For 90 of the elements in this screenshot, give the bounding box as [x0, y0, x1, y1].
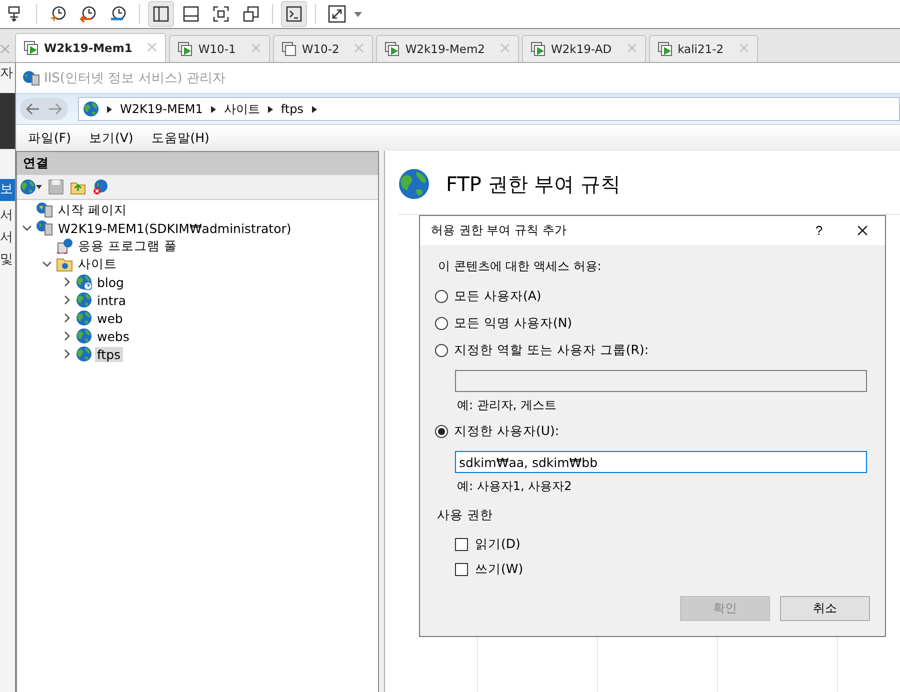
- back-arrow-icon: [26, 103, 40, 115]
- dialog-button[interactable]: 취소: [780, 596, 870, 621]
- checkbox[interactable]: [455, 563, 468, 576]
- checkbox-label: 쓰기(W): [475, 561, 524, 578]
- globe-delete-icon: [92, 179, 110, 195]
- background-text: 보: [0, 179, 15, 201]
- vm-icon: [282, 42, 297, 56]
- breadcrumb-item[interactable]: 사이트: [224, 100, 260, 118]
- background-text: 자: [0, 65, 14, 83]
- toolbar-button[interactable]: [148, 1, 174, 27]
- radio-button[interactable]: [435, 317, 448, 330]
- separator-icon: [312, 106, 316, 112]
- help-button[interactable]: ?: [799, 222, 839, 239]
- globe-icon: [398, 168, 430, 200]
- option-label: 지정한 역할 또는 사용자 그룹(R):: [454, 342, 649, 359]
- vm-running-icon: [530, 42, 546, 56]
- option-label: 지정한 사용자(U):: [454, 423, 560, 440]
- radio-button[interactable]: [435, 425, 448, 438]
- tree-item[interactable]: intra: [95, 292, 128, 308]
- separator-icon: [107, 106, 112, 112]
- checkbox[interactable]: [455, 538, 468, 551]
- server-icon: [36, 220, 53, 236]
- console-icon: [285, 5, 303, 23]
- caret-icon[interactable]: [354, 12, 362, 16]
- radio-button[interactable]: [435, 344, 448, 357]
- input-field[interactable]: sdkim₩aa, sdkim₩bb: [455, 451, 867, 473]
- breadcrumb-item[interactable]: W2K19-MEM1: [120, 102, 203, 116]
- vm-running-icon: [24, 41, 39, 55]
- tree-item[interactable]: blog: [95, 274, 126, 290]
- address-bar[interactable]: W2K19-MEM1 사이트 ftps: [78, 97, 900, 121]
- tree-item[interactable]: 응용 프로그램 풀: [76, 238, 179, 254]
- stretch-icon: [328, 5, 346, 23]
- site-help-icon: [76, 274, 92, 290]
- app-pool-icon: [56, 238, 73, 254]
- vm-running-icon: [178, 42, 194, 56]
- tree-item[interactable]: ftps: [95, 346, 123, 362]
- prompt-text: 이 콘텐츠에 대한 액세스 허용:: [437, 258, 602, 275]
- toolbar-button[interactable]: [281, 1, 307, 27]
- tree-item[interactable]: 사이트: [76, 256, 119, 272]
- vm-tab[interactable]: kali21-2: [648, 35, 758, 62]
- vm-tab[interactable]: W2k19-Mem2: [376, 35, 519, 62]
- tree-item[interactable]: web: [95, 310, 125, 326]
- globe-icon: [76, 310, 92, 326]
- vm-running-icon: [385, 42, 400, 56]
- tree-item[interactable]: 시작 페이지: [56, 202, 129, 218]
- globe-icon: [76, 346, 92, 362]
- vm-tab[interactable]: W10-1: [169, 35, 270, 62]
- caret-icon: [36, 185, 42, 189]
- window-title: IIS(인터넷 정보 서비스) 관리자: [44, 70, 226, 87]
- forward-arrow-icon: [48, 103, 62, 115]
- background-text: 및: [0, 251, 14, 269]
- connect-button[interactable]: [19, 179, 43, 195]
- folder-icon: [56, 256, 73, 272]
- radio-button[interactable]: [435, 290, 448, 303]
- revert-icon: [79, 5, 97, 23]
- dark-panel: [0, 93, 15, 149]
- tree-item[interactable]: W2K19-MEM1(SDKIM₩administrator): [56, 220, 294, 236]
- example-text: 예: 사용자1, 사용자2: [457, 478, 573, 495]
- input-field[interactable]: [455, 370, 867, 392]
- breadcrumb-item[interactable]: ftps: [280, 102, 304, 116]
- menu-item[interactable]: 도움말(H): [151, 130, 210, 146]
- dialog-title: 허용 권한 부여 규칙 추가: [431, 222, 568, 239]
- example-text: 예: 관리자, 게스트: [457, 397, 558, 414]
- globe-icon: [76, 328, 92, 344]
- menu-item[interactable]: 파일(F): [28, 130, 71, 146]
- option-label: 모든 사용자(A): [454, 288, 542, 305]
- start-page-icon: [36, 202, 53, 218]
- globe-icon: [20, 179, 36, 195]
- feature-title: FTP 권한 부여 규칙: [446, 170, 621, 198]
- close-icon[interactable]: [856, 225, 868, 236]
- background-text: 서: [0, 229, 14, 247]
- snapshot-icon: [49, 5, 67, 23]
- vm-running-icon: [658, 42, 673, 56]
- vm-tab[interactable]: W2k19-Mem1: [15, 33, 166, 62]
- save-icon: [48, 179, 64, 195]
- back-button[interactable]: [26, 103, 40, 115]
- tree-item[interactable]: webs: [95, 328, 132, 344]
- separator-icon: [210, 106, 216, 112]
- globe-icon: [76, 292, 92, 308]
- panel-title: 연결: [23, 155, 49, 172]
- separator-icon: [268, 106, 273, 112]
- background-text: 서: [0, 207, 14, 225]
- fullscreen-icon: [212, 5, 230, 23]
- option-label: 모든 익명 사용자(N): [454, 315, 572, 332]
- menu-item[interactable]: 보기(V): [88, 130, 134, 146]
- section-label: 사용 권한: [437, 507, 494, 524]
- vm-tab[interactable]: W10-2: [272, 35, 374, 62]
- globe-icon: [83, 101, 99, 117]
- checkbox-label: 읽기(D): [475, 536, 520, 553]
- vm-tab[interactable]: W2k19-AD: [522, 35, 646, 62]
